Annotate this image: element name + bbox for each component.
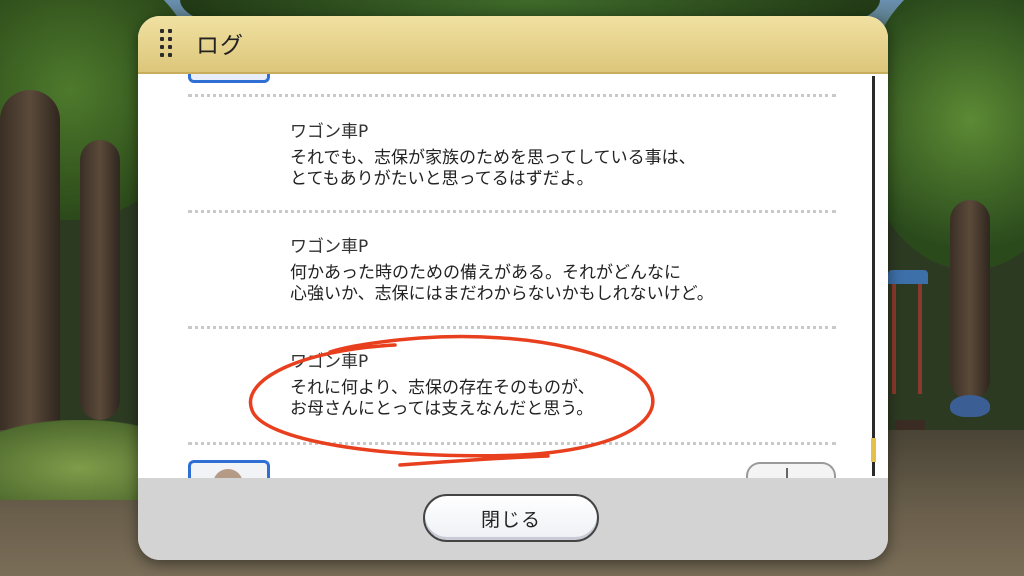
bench (895, 420, 925, 430)
dialogue-line: 何かあった時のための備えがある。それがどんなに (290, 263, 681, 283)
tree-trunk-left (0, 90, 60, 470)
log-list[interactable]: ワゴン車P それでも、志保が家族のためを思ってしている事は、 とてもありがたいと… (138, 74, 888, 478)
dialog-header: ログ (138, 16, 888, 74)
speaker-name: ワゴン車P (290, 352, 369, 372)
close-button[interactable]: 閉じる (423, 494, 599, 542)
dialogue-line: それでも、志保が家族のためを思ってしている事は、 (290, 148, 696, 168)
voice-replay-button[interactable] (746, 462, 836, 478)
log-entry: ワゴン車P それでも、志保が家族のためを思ってしている事は、 とてもありがたいと… (290, 122, 830, 190)
avatar-frame (188, 74, 270, 83)
dialogue-line: 心強いか、志保にはまだわからないかもしれないけど。 (290, 284, 714, 304)
dialogue-line: それに何より、志保の存在そのものが、 (290, 378, 595, 398)
log-dialog: ログ ワゴン車P それでも、志保が家族のためを思ってしている事は、 とてもありが… (138, 16, 888, 560)
speaker-name: ワゴン車P (290, 237, 369, 257)
scrollbar-track[interactable] (872, 76, 875, 476)
playground-pole (892, 284, 896, 394)
playground-structure (888, 270, 928, 400)
log-separator (188, 442, 836, 445)
tree-trunk-right (950, 200, 990, 400)
scrollbar-thumb[interactable] (871, 438, 876, 462)
log-separator (188, 326, 836, 329)
log-separator (188, 210, 836, 213)
playground-roof (888, 270, 928, 284)
dialog-title: ログ (196, 33, 244, 59)
dialogue-line: お母さんにとっては支えなんだと思う。 (290, 399, 594, 419)
log-entry: ワゴン車P 何かあった時のための備えがある。それがどんなに 心強いか、志保にはま… (290, 237, 830, 305)
grip-dots-icon[interactable] (160, 29, 174, 59)
whale-spring-rider (950, 395, 990, 417)
dialogue-line: とてもありがたいと思ってるはずだよ。 (290, 169, 594, 189)
log-entry: ワゴン車P それに何より、志保の存在そのものが、 お母さんにとっては支えなんだと… (290, 352, 830, 420)
speaker-name: ワゴン車P (290, 122, 369, 142)
avatar (188, 460, 270, 478)
voice-play-icon (786, 468, 798, 478)
playground-pole (918, 284, 922, 394)
tree-trunk-left-2 (80, 140, 120, 420)
log-separator (188, 94, 836, 97)
dialog-footer: 閉じる (138, 478, 888, 560)
